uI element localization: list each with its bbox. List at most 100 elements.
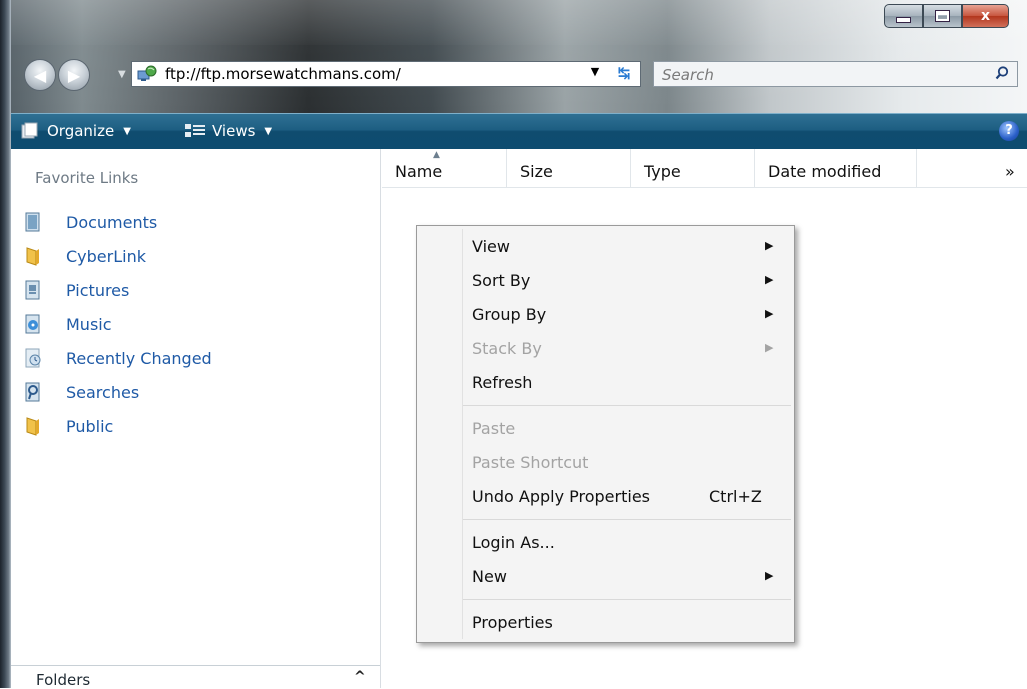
- menu-item-shortcut: Ctrl+Z: [709, 487, 762, 506]
- chevron-down-icon: ▼: [264, 125, 273, 137]
- help-icon[interactable]: ?: [999, 121, 1019, 141]
- column-header-overflow[interactable]: »: [917, 149, 1027, 187]
- folder-icon: [26, 247, 39, 266]
- menu-item-stack-by[interactable]: Stack By ▶: [417, 331, 794, 365]
- recently-changed-icon: [25, 348, 41, 368]
- window-border: [0, 0, 11, 688]
- column-header-date-modified[interactable]: Date modified: [755, 149, 917, 187]
- minimize-icon: [896, 17, 911, 23]
- maximize-icon: [935, 10, 950, 22]
- chevron-down-icon: ▼: [123, 125, 131, 137]
- back-button[interactable]: ◀: [24, 59, 56, 91]
- sidebar-item-documents[interactable]: Documents: [24, 205, 212, 239]
- menu-item-view[interactable]: View ▶: [417, 229, 794, 263]
- sidebar-item-cyberlink[interactable]: CyberLink: [24, 239, 212, 273]
- sidebar-item-label: Pictures: [66, 280, 130, 300]
- refresh-icon[interactable]: ↹: [610, 64, 638, 84]
- command-bar: Organize ▼ Views ▼ ?: [11, 113, 1027, 149]
- network-location-icon: [137, 65, 157, 81]
- forward-button[interactable]: ▶: [58, 59, 90, 91]
- menu-separator: [463, 405, 791, 406]
- menu-separator: [463, 599, 791, 600]
- back-arrow-icon: ◀: [33, 65, 47, 85]
- views-button[interactable]: Views ▼: [184, 120, 272, 142]
- title-bar[interactable]: [0, 0, 1027, 113]
- menu-item-refresh[interactable]: Refresh: [417, 365, 794, 399]
- music-icon: [25, 314, 40, 334]
- submenu-arrow-icon: ▶: [765, 341, 774, 354]
- menu-item-label: Login As...: [472, 533, 555, 552]
- views-label: Views: [212, 122, 256, 140]
- sidebar-item-public[interactable]: Public: [24, 409, 212, 443]
- sidebar-item-label: Documents: [66, 212, 158, 232]
- searches-icon: [25, 382, 40, 402]
- navigation-pane: Favorite Links Documents CyberLink Pictu…: [11, 149, 381, 689]
- menu-item-login-as[interactable]: Login As...: [417, 525, 794, 559]
- navigation-buttons: ◀ ▶ ▼: [22, 53, 130, 95]
- menu-item-paste[interactable]: Paste: [417, 411, 794, 445]
- chevron-up-icon[interactable]: ^: [354, 669, 366, 685]
- sidebar-item-label: Music: [66, 314, 112, 334]
- organize-button[interactable]: Organize ▼: [19, 120, 131, 142]
- favorite-links-heading: Favorite Links: [35, 169, 139, 187]
- column-label: Name: [395, 162, 443, 181]
- close-button[interactable]: x: [962, 4, 1009, 28]
- address-dropdown-icon[interactable]: ▼: [587, 65, 603, 83]
- sidebar-item-music[interactable]: Music: [24, 307, 212, 341]
- column-label: Size: [520, 162, 553, 181]
- search-icon[interactable]: [995, 66, 1009, 80]
- more-columns-icon[interactable]: »: [1005, 162, 1015, 181]
- menu-item-undo-apply-properties[interactable]: Undo Apply Properties Ctrl+Z: [417, 479, 794, 513]
- context-menu: View ▶ Sort By ▶ Group By ▶ Stack By ▶ R…: [416, 225, 795, 643]
- menu-item-label: New: [472, 567, 507, 586]
- submenu-arrow-icon: ▶: [765, 307, 774, 320]
- menu-item-label: View: [472, 237, 510, 256]
- pictures-icon: [25, 280, 40, 300]
- column-label: Type: [644, 162, 681, 181]
- forward-arrow-icon: ▶: [67, 65, 81, 85]
- menu-item-properties[interactable]: Properties: [417, 605, 794, 639]
- explorer-window: x ◀ ▶ ▼ ftp://ftp.morsewatchmans.com/ ▼ …: [0, 0, 1027, 689]
- minimize-button[interactable]: [884, 4, 923, 28]
- menu-item-label: Undo Apply Properties: [472, 487, 650, 506]
- organize-label: Organize: [47, 122, 115, 140]
- address-text[interactable]: ftp://ftp.morsewatchmans.com/: [165, 65, 401, 83]
- column-header-type[interactable]: Type: [631, 149, 755, 187]
- sidebar-item-searches[interactable]: Searches: [24, 375, 212, 409]
- documents-icon: [25, 212, 40, 232]
- search-box[interactable]: [653, 61, 1018, 87]
- window-controls: x: [884, 4, 1009, 28]
- menu-item-group-by[interactable]: Group By ▶: [417, 297, 794, 331]
- search-input[interactable]: [660, 64, 964, 86]
- menu-item-new[interactable]: New ▶: [417, 559, 794, 593]
- menu-separator: [463, 519, 791, 520]
- address-bar[interactable]: ftp://ftp.morsewatchmans.com/ ▼ ↹: [131, 61, 641, 87]
- column-label: Date modified: [768, 162, 882, 181]
- sort-ascending-icon: ▲: [433, 150, 440, 160]
- sidebar-item-pictures[interactable]: Pictures: [24, 273, 212, 307]
- sidebar-item-recently-changed[interactable]: Recently Changed: [24, 341, 212, 375]
- menu-item-paste-shortcut[interactable]: Paste Shortcut: [417, 445, 794, 479]
- maximize-button[interactable]: [923, 4, 962, 28]
- column-header-name[interactable]: ▲ Name: [382, 149, 507, 187]
- column-header-size[interactable]: Size: [507, 149, 631, 187]
- recent-pages-dropdown-icon[interactable]: ▼: [118, 69, 126, 80]
- views-icon: [185, 124, 205, 137]
- column-headers: ▲ Name Size Type Date modified »: [382, 149, 1027, 188]
- sidebar-item-label: Recently Changed: [66, 348, 212, 368]
- sidebar-item-label: CyberLink: [66, 246, 146, 266]
- menu-item-label: Sort By: [472, 271, 531, 290]
- folder-icon: [26, 417, 39, 436]
- submenu-arrow-icon: ▶: [765, 239, 774, 252]
- favorite-links-list: Documents CyberLink Pictures Music Recen…: [24, 205, 212, 443]
- close-icon: x: [980, 8, 991, 24]
- folders-bar[interactable]: Folders ^: [11, 665, 380, 689]
- menu-item-label: Stack By: [472, 339, 542, 358]
- menu-item-sort-by[interactable]: Sort By ▶: [417, 263, 794, 297]
- sidebar-item-label: Public: [66, 416, 114, 436]
- menu-item-label: Group By: [472, 305, 547, 324]
- menu-item-label: Paste Shortcut: [472, 453, 589, 472]
- submenu-arrow-icon: ▶: [765, 569, 774, 582]
- submenu-arrow-icon: ▶: [765, 273, 774, 286]
- folders-label: Folders: [36, 671, 91, 689]
